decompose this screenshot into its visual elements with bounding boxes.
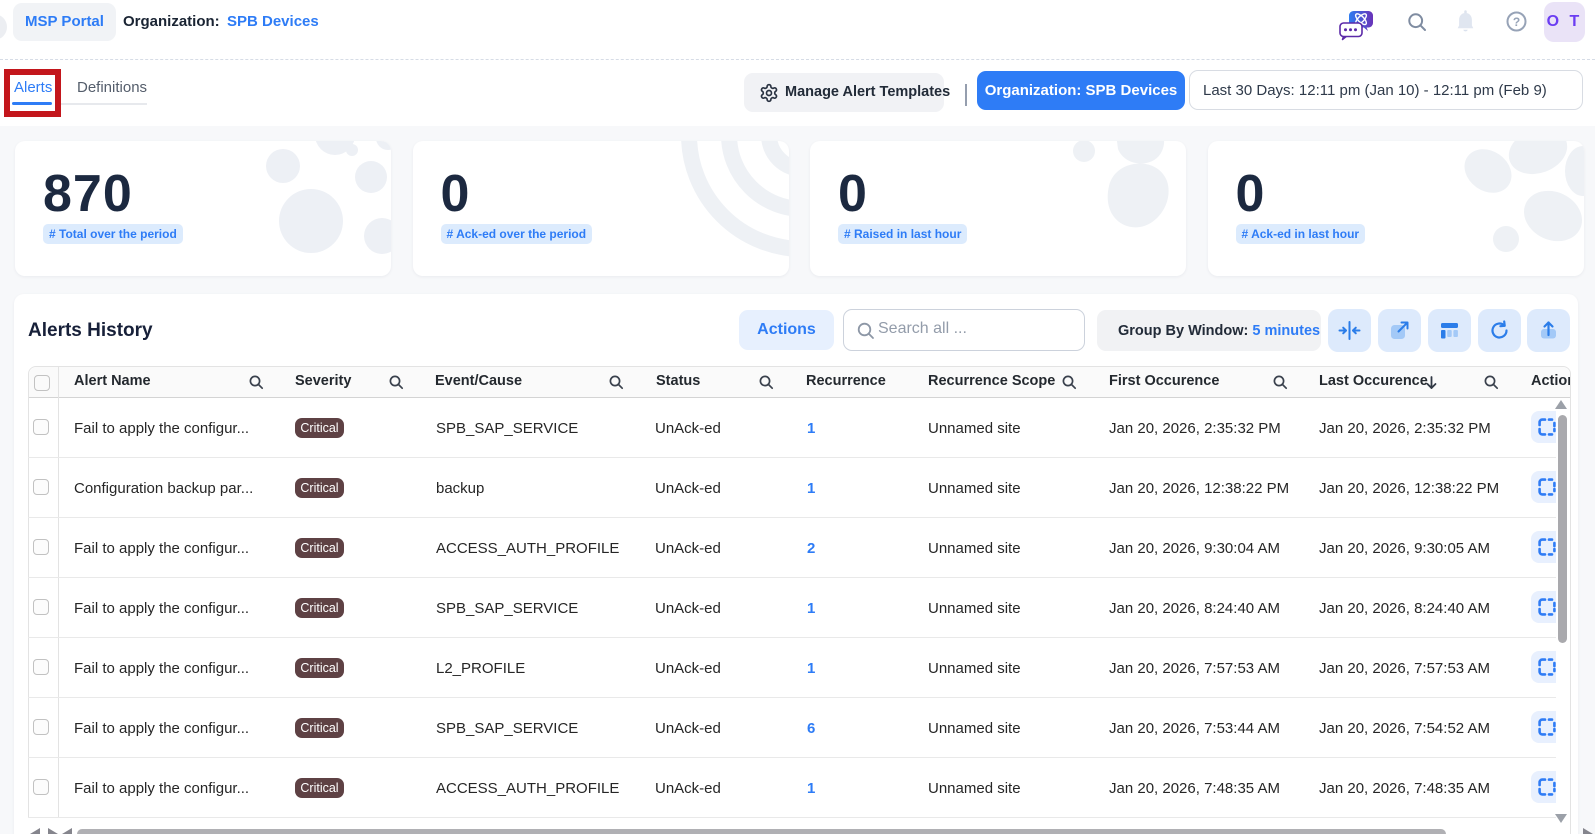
svg-text:?: ? bbox=[1513, 15, 1520, 29]
